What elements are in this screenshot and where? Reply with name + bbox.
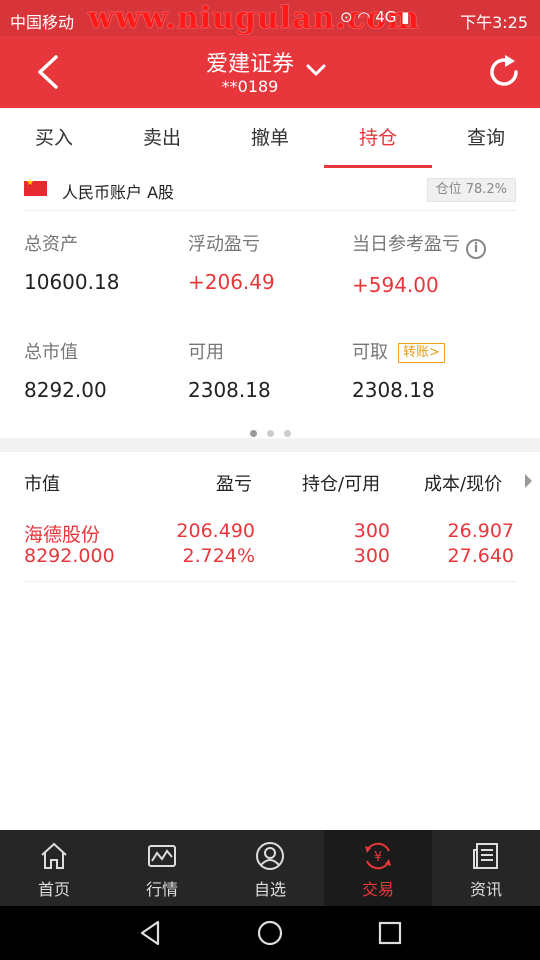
nav-market[interactable]: 行情 bbox=[108, 830, 216, 906]
holdings-header: 市值 盈亏 持仓/可用 成本/现价 bbox=[0, 452, 540, 510]
broker-title[interactable]: 爱建证券 bbox=[0, 46, 500, 78]
status-bar: 中国移动 www.niugulan.com ⊙ ◠ 4G ▮ 下午3:25 bbox=[0, 0, 540, 36]
tab-buy[interactable]: 买入 bbox=[0, 108, 108, 168]
info-icon[interactable]: i bbox=[466, 239, 486, 259]
today-pnl-value: +594.00 bbox=[352, 273, 439, 297]
total-assets: 总资产 10600.18 bbox=[24, 230, 119, 294]
available-value: 2308.18 bbox=[188, 378, 271, 402]
nav-news[interactable]: 资讯 bbox=[432, 830, 540, 906]
stock-pnl: 206.490 bbox=[176, 520, 255, 542]
stock-pnl-pct: 2.724% bbox=[182, 545, 255, 567]
stock-position: 300 bbox=[353, 520, 390, 542]
floating-pnl: 浮动盈亏 +206.49 bbox=[188, 230, 275, 294]
today-pnl-label: 当日参考盈亏 bbox=[352, 234, 460, 255]
user-icon bbox=[256, 842, 284, 870]
page-dot bbox=[266, 430, 274, 437]
tab-positions[interactable]: 持仓 bbox=[324, 108, 432, 168]
stock-market-value: 8292.000 bbox=[24, 545, 115, 567]
system-navigation-bar bbox=[0, 906, 540, 960]
trade-tabs: 买入 卖出 撤单 持仓 查询 bbox=[0, 108, 540, 168]
nav-watchlist-label: 自选 bbox=[253, 880, 286, 899]
nav-home[interactable]: 首页 bbox=[0, 830, 108, 906]
col-position: 持仓/可用 bbox=[302, 474, 381, 495]
stock-name: 海德股份 bbox=[24, 524, 101, 546]
nav-trade[interactable]: ¥ 交易 bbox=[324, 830, 432, 906]
chart-icon bbox=[148, 845, 176, 867]
total-assets-label: 总资产 bbox=[24, 234, 78, 255]
china-flag-icon bbox=[24, 178, 47, 196]
status-icons: ⊙ ◠ 4G ▮ bbox=[340, 8, 410, 26]
floating-pnl-value: +206.49 bbox=[188, 270, 275, 294]
withdrawable-label: 可取 bbox=[352, 342, 388, 363]
scroll-right-icon[interactable] bbox=[525, 474, 532, 488]
floating-pnl-label: 浮动盈亏 bbox=[188, 234, 260, 255]
svg-text:¥: ¥ bbox=[374, 850, 382, 865]
transfer-button[interactable]: 转账> bbox=[398, 343, 445, 363]
market-value-value: 8292.00 bbox=[24, 378, 107, 402]
account-row: 人民币账户 A股 仓位 78.2% bbox=[24, 168, 516, 211]
home-circle-icon[interactable] bbox=[255, 918, 285, 948]
chevron-down-icon[interactable] bbox=[304, 60, 328, 80]
stock-cost: 26.907 bbox=[447, 520, 514, 542]
available-funds: 可用 2308.18 bbox=[188, 338, 271, 402]
stock-available: 300 bbox=[353, 545, 390, 567]
nav-home-label: 首页 bbox=[37, 880, 70, 899]
available-label: 可用 bbox=[188, 342, 224, 363]
status-time: 下午3:25 bbox=[460, 13, 528, 32]
total-assets-value: 10600.18 bbox=[24, 270, 120, 294]
withdrawable-funds: 可取 转账> 2308.18 bbox=[352, 338, 445, 402]
nav-watchlist[interactable]: 自选 bbox=[216, 830, 324, 906]
recent-apps-icon[interactable] bbox=[375, 918, 405, 948]
nav-news-label: 资讯 bbox=[469, 880, 502, 899]
bottom-nav: 首页 行情 自选 ¥ 交易 资讯 bbox=[0, 830, 540, 906]
today-pnl: 当日参考盈亏 i +594.00 bbox=[352, 230, 486, 297]
page-dot bbox=[249, 430, 257, 437]
carrier-name: 中国移动 bbox=[10, 13, 75, 32]
back-triangle-icon[interactable] bbox=[136, 918, 166, 948]
home-icon bbox=[41, 842, 67, 869]
table-row[interactable]: 海德股份 8292.000 206.490 2.724% 300 300 26.… bbox=[24, 512, 516, 582]
news-icon bbox=[473, 843, 498, 869]
col-cost-price: 成本/现价 bbox=[424, 474, 503, 495]
nav-market-label: 行情 bbox=[145, 880, 178, 899]
market-value-label: 总市值 bbox=[24, 342, 78, 363]
app-header: 爱建证券 **0189 bbox=[0, 36, 540, 108]
nav-trade-label: 交易 bbox=[361, 880, 394, 899]
yuan-icon: ¥ bbox=[365, 842, 391, 870]
position-ratio-badge: 仓位 78.2% bbox=[426, 178, 516, 202]
col-pnl: 盈亏 bbox=[216, 474, 252, 495]
withdrawable-value: 2308.18 bbox=[352, 378, 435, 402]
tab-query[interactable]: 查询 bbox=[432, 108, 540, 168]
section-divider bbox=[0, 438, 540, 452]
page-dot bbox=[283, 430, 291, 437]
account-type-label: 人民币账户 A股 bbox=[62, 183, 175, 202]
stock-price: 27.640 bbox=[447, 545, 514, 567]
col-market-value: 市值 bbox=[24, 474, 60, 495]
refresh-icon[interactable] bbox=[486, 54, 522, 90]
tab-cancel[interactable]: 撤单 bbox=[216, 108, 324, 168]
market-value: 总市值 8292.00 bbox=[24, 338, 107, 402]
tab-sell[interactable]: 卖出 bbox=[108, 108, 216, 168]
account-number: **0189 bbox=[221, 77, 279, 96]
